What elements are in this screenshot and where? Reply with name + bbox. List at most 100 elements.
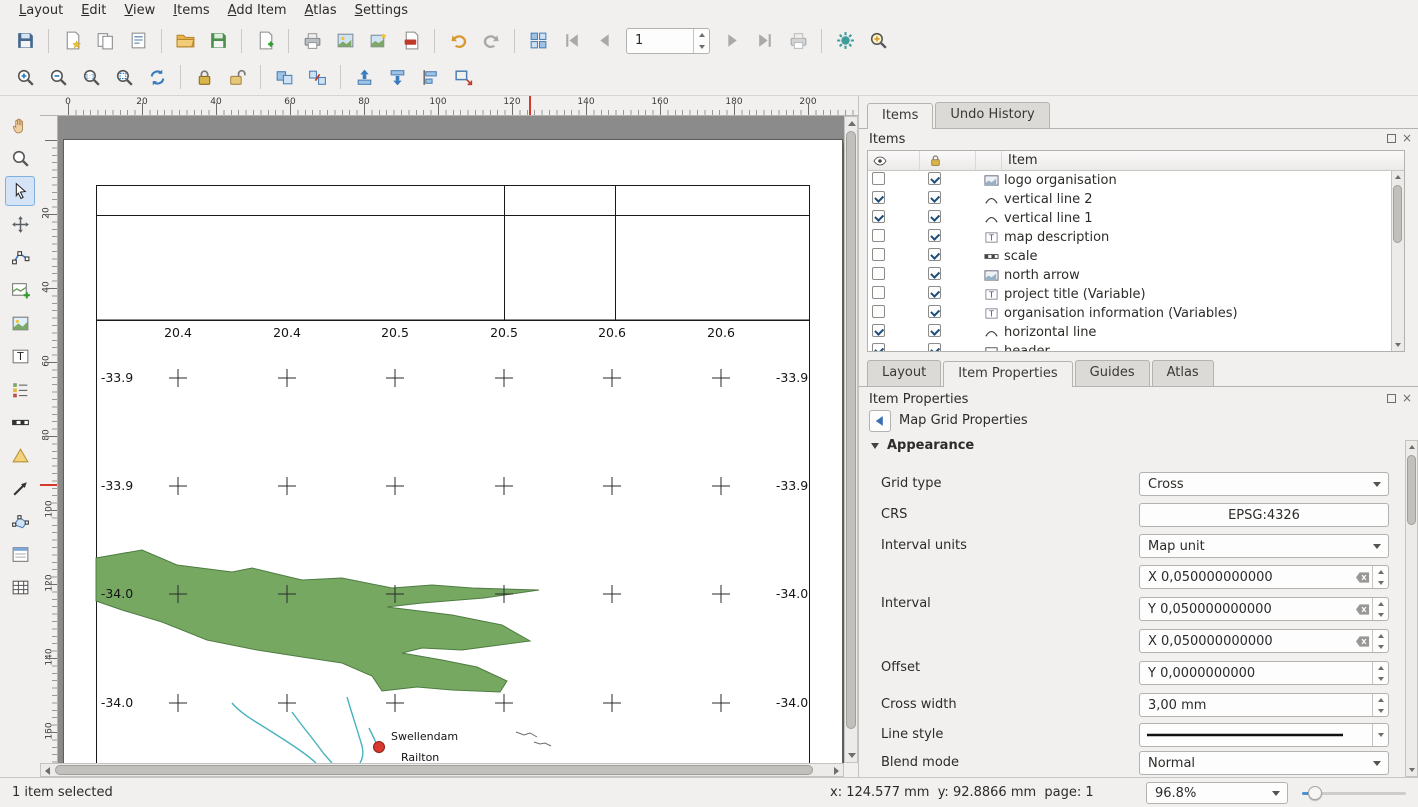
spin-arrows[interactable] [1372,598,1388,620]
list-item[interactable]: north arrow [868,266,1404,285]
scroll-up-arrow[interactable] [1395,175,1401,179]
zoom-slider-handle[interactable] [1308,786,1322,800]
lock-checkbox[interactable] [928,324,941,337]
menu-items[interactable]: Items [164,0,218,22]
appearance-section-header[interactable]: Appearance [871,438,974,453]
add-scalebar-tool-button[interactable] [5,407,35,437]
spin-arrows[interactable] [1372,662,1388,684]
blend-mode-select[interactable]: Normal [1139,751,1389,775]
add-picture-tool-button[interactable] [5,308,35,338]
add-map-tool-button[interactable] [5,275,35,305]
interval-y-spinbox[interactable]: Y 0,050000000000 [1139,597,1389,621]
scroll-thumb[interactable] [1407,455,1416,525]
add-shape-tool-button[interactable] [5,440,35,470]
offset-x-spinbox[interactable]: X 0,050000000000 [1139,629,1389,653]
list-item[interactable]: horizontal line [868,323,1404,342]
scroll-down-arrow[interactable] [1409,768,1415,772]
visibility-checkbox[interactable] [872,172,885,185]
refresh-view-button[interactable] [142,62,172,92]
list-item[interactable]: scale [868,247,1404,266]
undo-button[interactable] [443,26,473,56]
tab-item-properties[interactable]: Item Properties [943,361,1072,387]
list-item[interactable]: T project title (Variable) [868,285,1404,304]
close-panel-icon[interactable]: × [1402,133,1412,143]
list-item[interactable]: vertical line 2 [868,190,1404,209]
visibility-checkbox[interactable] [872,248,885,261]
save-template-button[interactable] [203,26,233,56]
menu-edit[interactable]: Edit [72,0,115,22]
new-layout-button[interactable] [57,26,87,56]
back-button[interactable] [869,410,891,432]
list-item[interactable]: vertical line 1 [868,209,1404,228]
export-image-button[interactable] [330,26,360,56]
visibility-checkbox[interactable] [872,324,885,337]
scroll-down-arrow[interactable] [848,753,856,758]
scroll-thumb[interactable] [55,765,813,775]
zoom-actual-button[interactable]: 1:1 [76,62,106,92]
load-template-button[interactable] [170,26,200,56]
layout-page[interactable]: 20.4 20.4 20.5 20.5 20.6 20.6 -33.9 -33.… [64,140,842,763]
vertical-scrollbar[interactable] [844,116,858,763]
visibility-checkbox[interactable] [872,191,885,204]
scroll-right-arrow[interactable] [834,767,839,775]
float-panel-icon[interactable] [1387,134,1396,143]
move-item-content-tool-button[interactable] [5,209,35,239]
add-html-tool-button[interactable] [5,539,35,569]
scroll-thumb[interactable] [846,131,856,729]
lock-checkbox[interactable] [928,210,941,223]
interval-x-spinbox[interactable]: X 0,050000000000 [1139,565,1389,589]
visibility-checkbox[interactable] [872,305,885,318]
atlas-feature-spinbox[interactable] [626,28,710,54]
scroll-thumb[interactable] [1393,185,1402,243]
add-legend-tool-button[interactable] [5,374,35,404]
list-item[interactable]: header [868,342,1404,352]
lock-checkbox[interactable] [928,229,941,242]
float-panel-icon[interactable] [1387,394,1396,403]
tab-layout[interactable]: Layout [867,360,941,386]
scroll-up-arrow[interactable] [1409,445,1415,449]
add-attribute-table-tool-button[interactable] [5,572,35,602]
add-node-item-tool-button[interactable] [5,506,35,536]
pan-tool-button[interactable] [5,110,35,140]
duplicate-layout-button[interactable] [90,26,120,56]
spin-arrows[interactable] [1372,694,1388,716]
add-pages-button[interactable] [250,26,280,56]
redo-button[interactable] [476,26,506,56]
visibility-checkbox[interactable] [872,286,885,299]
visibility-checkbox[interactable] [872,210,885,223]
clear-icon[interactable] [1355,571,1370,584]
atlas-next-feature-button[interactable] [717,26,747,56]
visibility-checkbox[interactable] [872,229,885,242]
edit-nodes-tool-button[interactable] [5,242,35,272]
grid-type-select[interactable]: Cross [1139,472,1389,496]
spin-arrows[interactable] [693,29,709,53]
list-item[interactable]: T map description [868,228,1404,247]
resize-items-button[interactable] [448,62,478,92]
zoom-level-combobox[interactable]: 96.8% [1146,782,1288,804]
raise-items-button[interactable] [349,62,379,92]
tab-guides[interactable]: Guides [1075,360,1150,386]
atlas-first-feature-button[interactable] [556,26,586,56]
lock-checkbox[interactable] [928,267,941,280]
items-list-scrollbar[interactable] [1391,171,1404,351]
close-panel-icon[interactable]: × [1402,393,1412,403]
zoom-out-button[interactable] [43,62,73,92]
offset-y-spinbox[interactable]: Y 0,0000000000 [1139,661,1389,685]
lock-items-button[interactable] [189,62,219,92]
layout-canvas[interactable]: 20.4 20.4 20.5 20.5 20.6 20.6 -33.9 -33.… [58,116,844,763]
layout-manager-button[interactable] [123,26,153,56]
lower-items-button[interactable] [382,62,412,92]
zoom-full-button[interactable] [109,62,139,92]
list-item[interactable]: logo organisation [868,171,1404,190]
preview-atlas-button[interactable] [523,26,553,56]
lock-checkbox[interactable] [928,172,941,185]
lock-checkbox[interactable] [928,191,941,204]
align-items-button[interactable] [415,62,445,92]
export-pdf-button[interactable] [396,26,426,56]
export-svg-button[interactable] [363,26,393,56]
clear-icon[interactable] [1355,603,1370,616]
group-items-button[interactable] [269,62,299,92]
cross-width-spinbox[interactable]: 3,00 mm [1139,693,1389,717]
select-move-item-tool-button[interactable] [5,176,35,206]
atlas-zoom-button[interactable] [863,26,893,56]
